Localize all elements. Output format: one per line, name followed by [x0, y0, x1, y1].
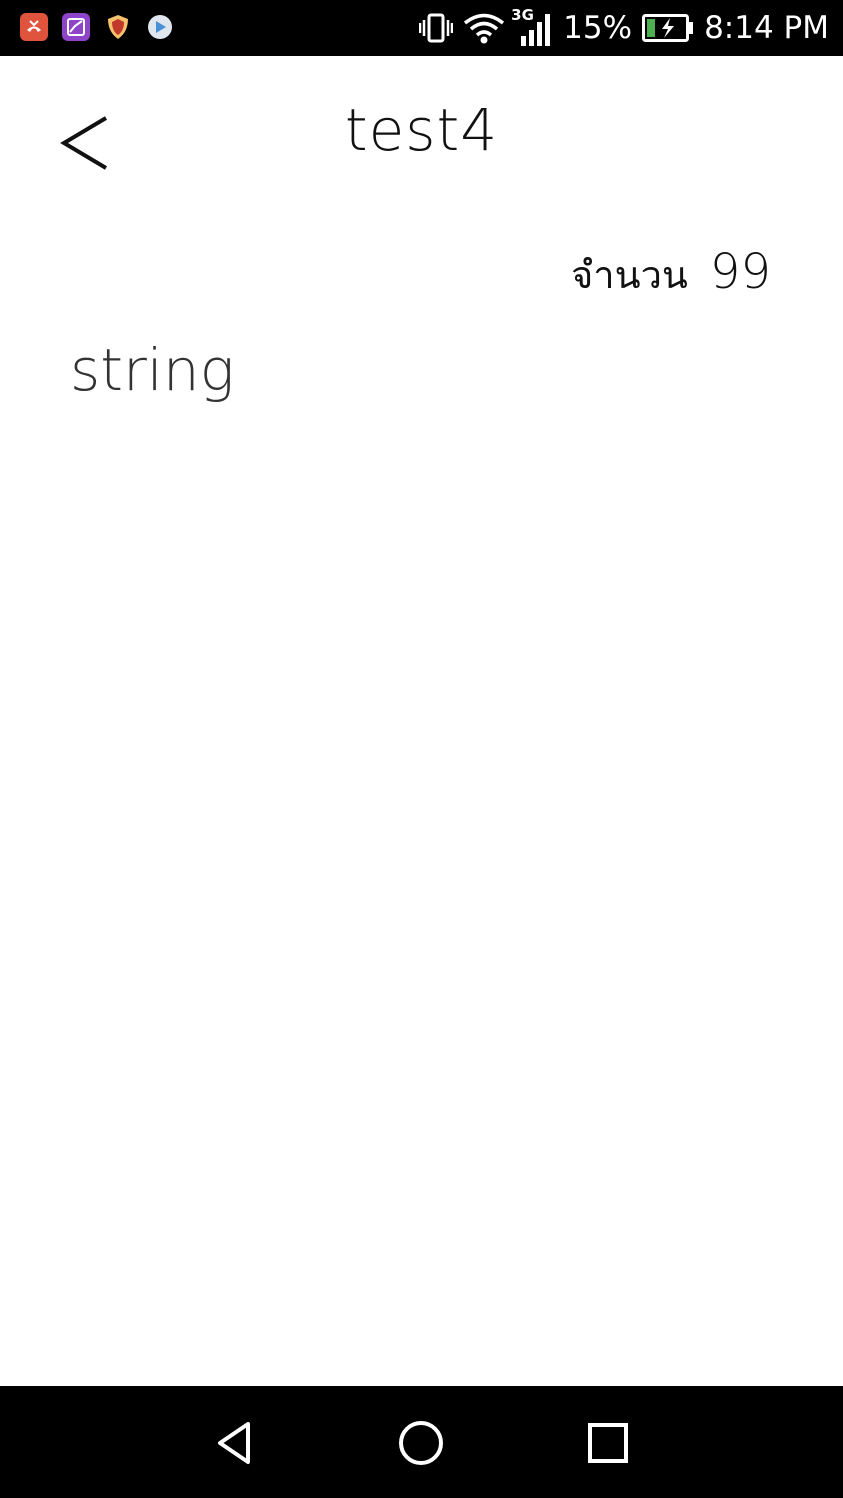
status-bar: 3G 15% 8:14 PM — [0, 0, 843, 56]
play-store-icon — [146, 13, 174, 41]
nav-back-button[interactable] — [200, 1408, 270, 1478]
count-value: 99 — [709, 244, 771, 300]
count-label: จำนวน — [571, 253, 688, 297]
cellular-signal: 3G — [511, 6, 553, 48]
battery-charging-icon — [642, 14, 694, 42]
signal-icon — [521, 14, 551, 46]
app-screen: 3G 15% 8:14 PM test4 จำนวน 99 string — [0, 0, 843, 1498]
clock: 8:14 PM — [704, 10, 829, 46]
status-indicators: 3G 15% 8:14 PM — [419, 6, 829, 50]
nav-recents-icon — [588, 1423, 628, 1463]
nav-recents-button[interactable] — [573, 1408, 643, 1478]
navigation-bar — [0, 1386, 843, 1498]
gallery-icon — [62, 13, 90, 41]
count-row: จำนวน 99 — [571, 244, 771, 305]
nav-home-icon — [399, 1421, 443, 1465]
security-shield-icon — [104, 13, 132, 41]
notification-icons — [20, 13, 174, 41]
nav-back-icon — [218, 1422, 250, 1464]
content-text: string — [70, 336, 235, 404]
nav-home-button[interactable] — [386, 1408, 456, 1478]
missed-call-icon — [20, 13, 48, 41]
page-title: test4 — [344, 96, 499, 164]
battery-percent: 15% — [563, 10, 633, 46]
vibrate-icon — [419, 13, 454, 43]
wifi-icon — [464, 13, 505, 44]
